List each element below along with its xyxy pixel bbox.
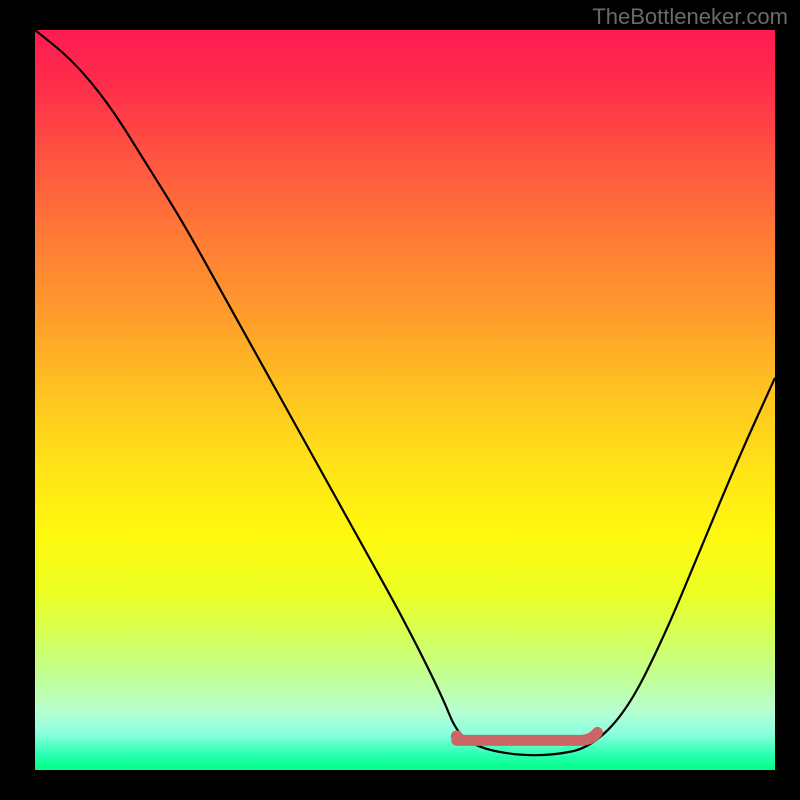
optimal-start-dot bbox=[451, 730, 463, 742]
bottleneck-curve bbox=[35, 30, 775, 755]
optimal-range-marker bbox=[457, 732, 598, 740]
watermark-text: TheBottleneker.com bbox=[592, 4, 788, 30]
plot-area bbox=[35, 30, 775, 770]
chart-svg bbox=[35, 30, 775, 770]
